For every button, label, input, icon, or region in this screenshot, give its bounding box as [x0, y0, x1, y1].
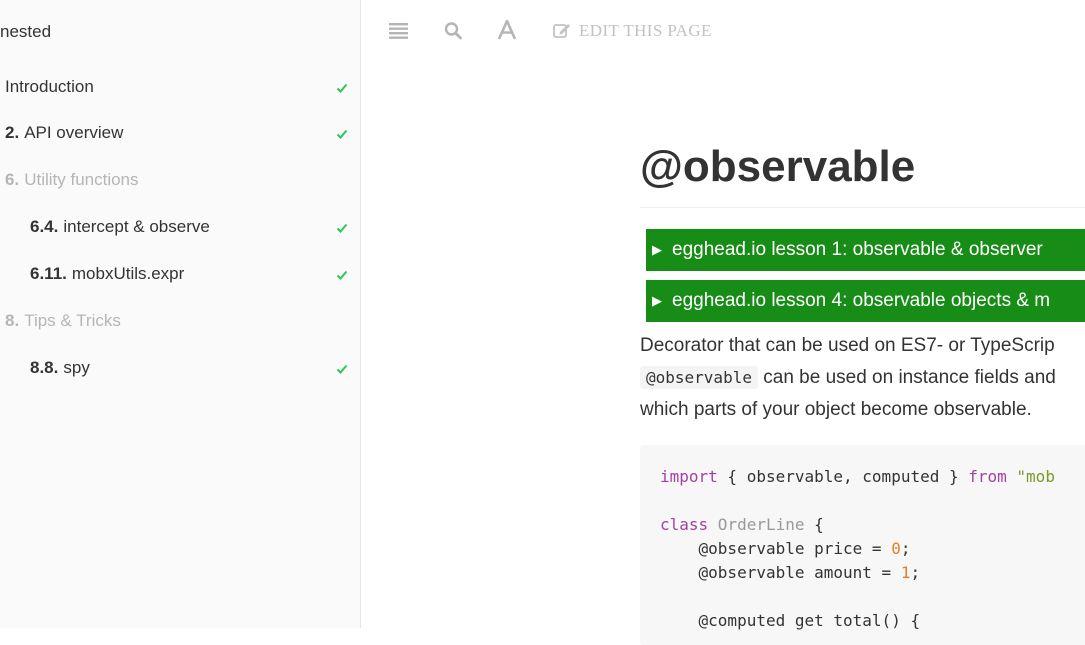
code-keyword: from — [968, 467, 1007, 486]
font-icon[interactable] — [497, 17, 517, 45]
code-line: @observable price = 0; — [660, 539, 911, 558]
list-icon[interactable] — [389, 20, 408, 45]
sidebar-item-label: API overview — [24, 123, 124, 142]
code-line: class OrderLine { — [660, 515, 824, 534]
sidebar-item-number: 8.8. — [30, 358, 59, 377]
sidebar-item-mobxutils-expr[interactable]: 6.11. mobxUtils.expr — [30, 264, 184, 284]
sidebar-item-introduction[interactable]: Introduction — [5, 77, 94, 97]
code-text: @observable amount = — [660, 563, 901, 582]
code-text: { observable, computed } — [717, 467, 969, 486]
check-icon — [336, 222, 348, 234]
sidebar-item-api-overview[interactable]: 2. API overview — [5, 123, 123, 143]
sidebar-item-number: 8. — [5, 311, 20, 330]
sidebar-item-label: Tips & Tricks — [24, 311, 121, 330]
sidebar-item-label: intercept & observe — [63, 217, 210, 236]
sidebar-item-spy[interactable]: 8.8. spy — [30, 358, 90, 378]
lesson-toggle[interactable]: ▶ egghead.io lesson 4: observable objects… — [646, 280, 1085, 322]
code-text: { — [804, 515, 824, 534]
code-line: @observable amount = 1; — [660, 563, 921, 582]
title-divider — [640, 207, 1085, 208]
code-class-name: OrderLine — [708, 515, 805, 534]
page-title: @observable — [640, 142, 916, 191]
edit-label: EDIT THIS PAGE — [579, 21, 712, 40]
lesson-label: egghead.io lesson 4: observable objects … — [672, 290, 1051, 311]
paragraph-line: Decorator that can be used on ES7- or Ty… — [640, 335, 1055, 356]
lesson-label: egghead.io lesson 1: observable & observ… — [672, 239, 1043, 260]
check-icon — [336, 363, 348, 375]
edit-this-page-link[interactable]: EDIT THIS PAGE — [553, 21, 712, 41]
code-text: ; — [900, 539, 911, 558]
code-line: @computed get total() { — [660, 611, 921, 630]
expand-triangle-icon: ▶ — [652, 293, 662, 308]
sidebar-item-number: 2. — [5, 123, 20, 142]
expand-triangle-icon: ▶ — [652, 242, 662, 257]
inline-code: @observable — [640, 366, 758, 389]
code-string: "mob — [1006, 467, 1055, 486]
sidebar-title: nested — [0, 22, 52, 41]
sidebar-item-number: 6.4. — [30, 217, 59, 236]
code-text: @observable price = — [660, 539, 892, 558]
sidebar-item-intercept-observe[interactable]: 6.4. intercept & observe — [30, 217, 210, 237]
check-icon — [336, 128, 348, 140]
paragraph-line: @observable can be used on instance fiel… — [640, 366, 1056, 389]
sidebar-item-label: mobxUtils.expr — [71, 264, 185, 283]
sidebar-item-label: Introduction — [5, 77, 94, 96]
code-text: ; — [910, 563, 921, 582]
sidebar-item-tips-tricks[interactable]: 8. Tips & Tricks — [5, 311, 121, 331]
paragraph-text: can be used on instance fields and — [757, 367, 1056, 388]
sidebar: nested Introduction 2. API overview 6. Uti… — [0, 0, 361, 628]
code-block: import { observable, computed } from "mo… — [640, 445, 1085, 645]
sidebar-item-number: 6.11. — [30, 264, 67, 283]
lesson-toggle[interactable]: ▶ egghead.io lesson 1: observable & obser… — [646, 229, 1085, 271]
paragraph-line: which parts of your object become observ… — [640, 399, 1032, 420]
edit-icon — [553, 24, 570, 38]
code-line: import { observable, computed } from "mo… — [660, 467, 1055, 486]
sidebar-item-label: spy — [63, 358, 90, 377]
sidebar-item-utility-functions[interactable]: 6. Utility functions — [5, 170, 139, 190]
code-keyword: class — [660, 515, 709, 534]
code-number: 0 — [891, 539, 901, 558]
check-icon — [336, 82, 348, 94]
search-icon[interactable] — [444, 20, 462, 45]
sidebar-item-label: Utility functions — [24, 170, 139, 189]
sidebar-item-number: 6. — [5, 170, 20, 189]
check-icon — [336, 269, 348, 281]
code-keyword: import — [660, 467, 718, 486]
